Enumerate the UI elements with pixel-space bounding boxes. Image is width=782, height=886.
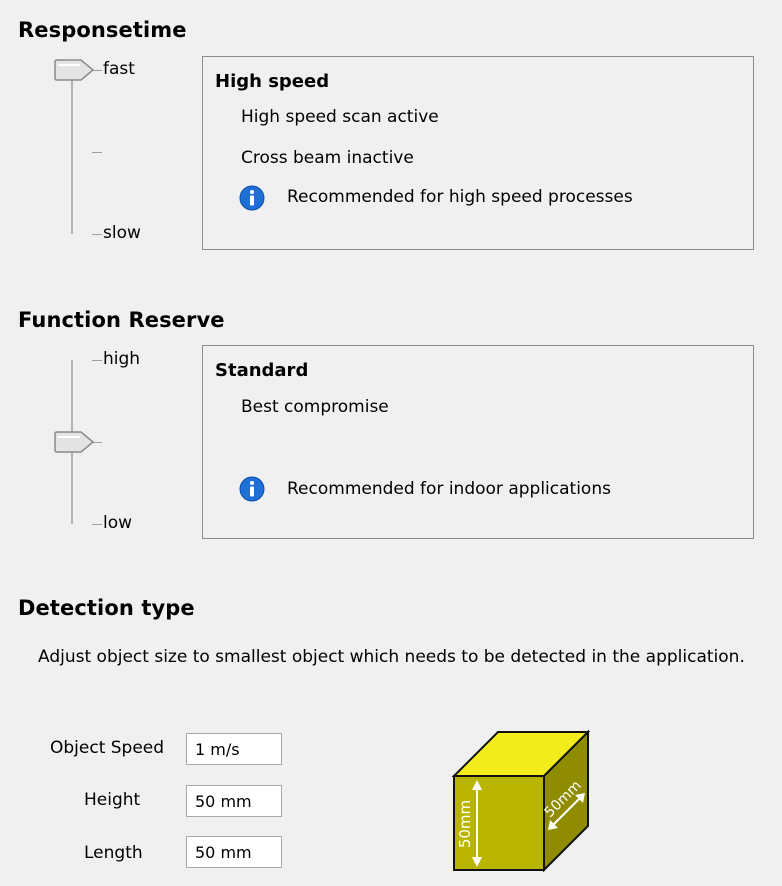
slider-label-fast: fast <box>103 59 135 79</box>
info-text: Recommended for indoor applications <box>287 479 611 499</box>
slider-thumb[interactable] <box>53 59 95 81</box>
info-text: Recommended for high speed processes <box>287 187 633 207</box>
slider-label-low: low <box>103 513 133 533</box>
responsetime-info-panel: High speed High speed scan active Cross … <box>202 56 754 250</box>
panel-line: Cross beam inactive <box>241 148 414 168</box>
function-reserve-info-panel: Standard Best compromise Recommended for… <box>202 345 754 539</box>
object-speed-input[interactable] <box>186 733 282 765</box>
length-label: Length <box>84 843 143 863</box>
function-reserve-heading: Function Reserve <box>18 308 225 332</box>
slider-tick <box>92 524 102 525</box>
detection-description: Adjust object size to smallest object wh… <box>38 647 745 667</box>
slider-thumb[interactable] <box>53 431 95 453</box>
responsetime-heading: Responsetime <box>18 18 187 42</box>
info-icon <box>239 476 265 502</box>
slider-label-slow: slow <box>103 223 141 243</box>
height-input[interactable] <box>186 785 282 817</box>
height-label: Height <box>84 790 141 810</box>
panel-line: High speed scan active <box>241 107 439 127</box>
panel-title: Standard <box>215 360 309 381</box>
panel-line: Best compromise <box>241 397 389 417</box>
object-speed-label: Object Speed <box>50 738 165 758</box>
slider-tick <box>92 360 102 361</box>
cube-height-label: 50mm <box>456 800 474 848</box>
slider-track <box>71 70 73 234</box>
detection-type-heading: Detection type <box>18 596 195 620</box>
length-input[interactable] <box>186 836 282 868</box>
slider-tick <box>92 234 102 235</box>
panel-title: High speed <box>215 71 330 92</box>
slider-tick <box>92 152 102 153</box>
info-icon <box>239 185 265 211</box>
object-cube-illustration: 50mm 50mm <box>451 729 591 873</box>
slider-label-high: high <box>103 349 141 369</box>
